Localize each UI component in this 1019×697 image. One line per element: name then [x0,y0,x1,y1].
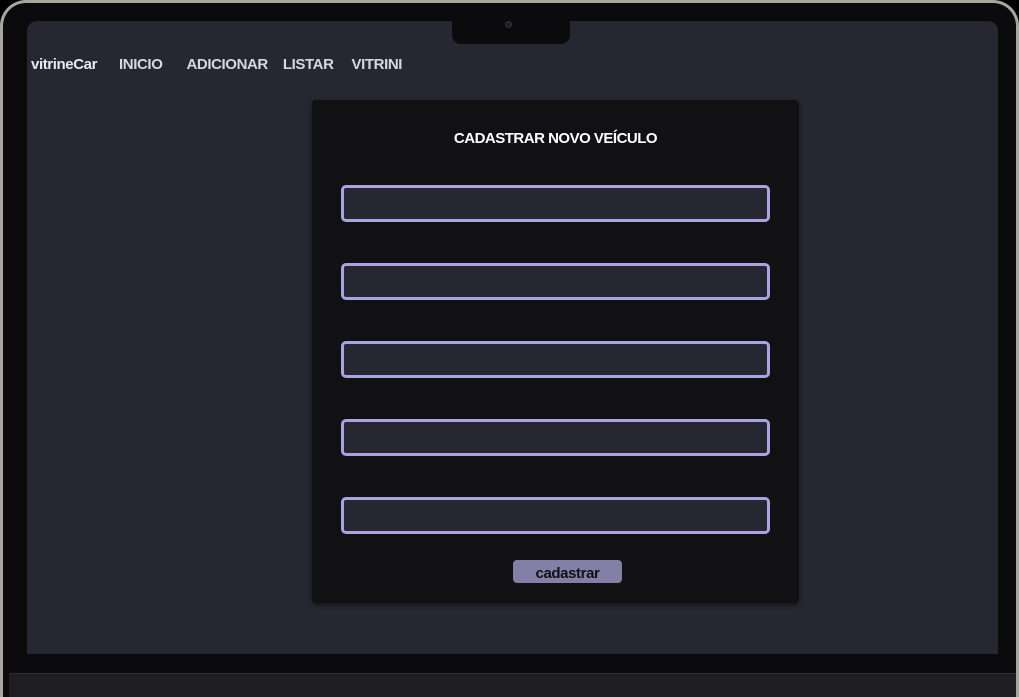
vehicle-field-3[interactable] [341,341,770,378]
vehicle-field-5[interactable] [341,497,770,534]
laptop-frame: vitrineCar INICIO ADICIONAR LISTAR VITRI… [0,0,1019,697]
nav-link-adicionar[interactable]: ADICIONAR [186,56,268,73]
nav-link-inicio[interactable]: INICIO [119,56,163,73]
vehicle-field-1[interactable] [341,185,770,222]
vehicle-field-4[interactable] [341,419,770,456]
nav-link-listar[interactable]: LISTAR [283,56,334,73]
brand-logo[interactable]: vitrineCar [31,56,97,73]
nav-link-vitrini[interactable]: VITRINI [352,56,403,73]
form-title: CADASTRAR NOVO VEÍCULO [453,130,658,147]
webcam-icon [505,21,512,28]
laptop-hinge [9,673,1016,697]
camera-notch [452,21,570,44]
new-vehicle-form: CADASTRAR NOVO VEÍCULO cadastrar [312,100,799,603]
top-navbar: vitrineCar INICIO ADICIONAR LISTAR VITRI… [31,53,426,75]
app-screen: vitrineCar INICIO ADICIONAR LISTAR VITRI… [27,21,998,654]
cadastrar-button[interactable]: cadastrar [513,560,622,583]
vehicle-field-2[interactable] [341,263,770,300]
